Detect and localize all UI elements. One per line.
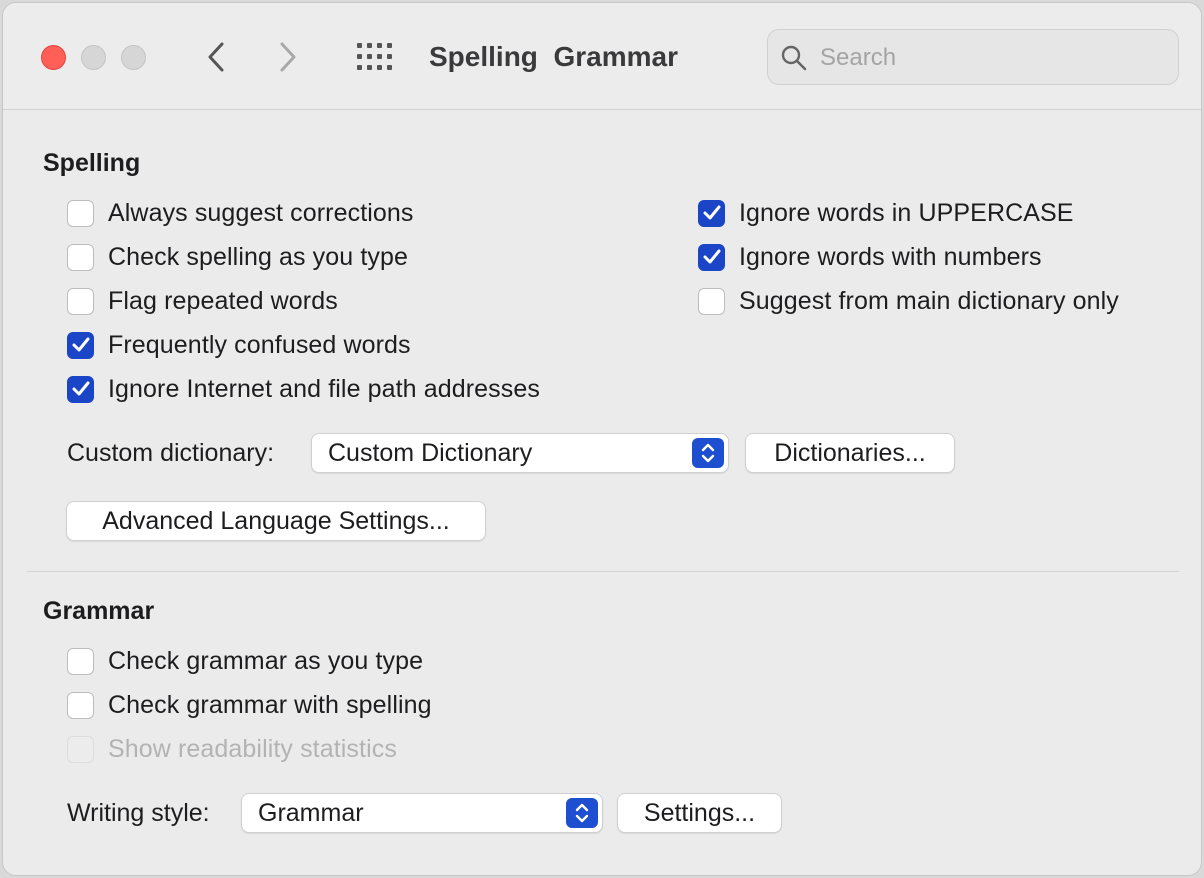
zoom-button[interactable] <box>121 45 146 70</box>
suggest-main-dictionary-checkbox[interactable]: Suggest from main dictionary only <box>698 285 1119 317</box>
updown-arrows-icon <box>692 438 724 468</box>
ignore-uppercase-checkbox[interactable]: Ignore words in UPPERCASE <box>698 197 1074 229</box>
checkbox-label: Ignore words with numbers <box>739 242 1042 271</box>
check-spelling-as-you-type-checkbox[interactable]: Check spelling as you type <box>67 241 408 273</box>
checkbox-box <box>67 735 94 763</box>
chevron-left-icon <box>208 42 224 72</box>
checkbox-label: Ignore Internet and file path addresses <box>108 374 540 403</box>
checkmark-icon <box>703 205 720 220</box>
search-icon <box>781 45 807 71</box>
writing-style-label: Writing style: <box>67 799 210 827</box>
checkbox-box[interactable] <box>67 375 94 403</box>
checkbox-label: Check grammar with spelling <box>108 690 432 719</box>
ignore-internet-addresses-checkbox[interactable]: Ignore Internet and file path addresses <box>67 373 540 405</box>
window-title: Spelling Grammar <box>429 41 678 72</box>
checkmark-icon <box>72 337 89 352</box>
back-button[interactable] <box>201 39 231 75</box>
checkbox-label: Frequently confused words <box>108 330 411 359</box>
frequently-confused-words-checkbox[interactable]: Frequently confused words <box>67 329 411 361</box>
grammar-settings-button[interactable]: Settings... <box>617 793 782 833</box>
search-input[interactable] <box>818 38 1158 78</box>
checkbox-label: Suggest from main dictionary only <box>739 286 1119 315</box>
checkbox-box[interactable] <box>67 647 94 675</box>
checkbox-box[interactable] <box>67 691 94 719</box>
checkbox-box[interactable] <box>67 331 94 359</box>
grid-icon <box>357 43 392 70</box>
always-suggest-corrections-checkbox[interactable]: Always suggest corrections <box>67 197 414 229</box>
checkbox-box[interactable] <box>698 243 725 271</box>
popup-value: Custom Dictionary <box>328 439 533 467</box>
checkbox-box[interactable] <box>67 243 94 271</box>
checkbox-box[interactable] <box>67 287 94 315</box>
custom-dictionary-label: Custom dictionary: <box>67 439 275 467</box>
titlebar: Spelling Grammar <box>3 3 1201 110</box>
forward-button[interactable] <box>273 39 303 75</box>
checkmark-icon <box>72 381 89 396</box>
checkmark-icon <box>703 249 720 264</box>
updown-arrows-icon <box>566 798 598 828</box>
preferences-window: Spelling Grammar Spelling Always suggest… <box>2 2 1202 876</box>
check-grammar-with-spelling-checkbox[interactable]: Check grammar with spelling <box>67 689 432 721</box>
popup-value: Grammar <box>258 799 364 827</box>
flag-repeated-words-checkbox[interactable]: Flag repeated words <box>67 285 338 317</box>
minimize-button[interactable] <box>81 45 106 70</box>
spelling-section-title: Spelling <box>43 149 141 177</box>
checkbox-label: Check grammar as you type <box>108 646 424 675</box>
search-field[interactable] <box>767 29 1179 85</box>
ignore-numbers-checkbox[interactable]: Ignore words with numbers <box>698 241 1042 273</box>
checkbox-label: Flag repeated words <box>108 286 338 315</box>
grammar-section-title: Grammar <box>43 597 155 625</box>
checkbox-label: Always suggest corrections <box>108 198 414 227</box>
checkbox-label: Ignore words in UPPERCASE <box>739 198 1074 227</box>
show-readability-statistics-checkbox: Show readability statistics <box>67 733 397 765</box>
show-all-button[interactable] <box>353 39 397 75</box>
checkbox-box[interactable] <box>698 287 725 315</box>
checkbox-label: Check spelling as you type <box>108 242 408 271</box>
check-grammar-as-you-type-checkbox[interactable]: Check grammar as you type <box>67 645 423 677</box>
chevron-right-icon <box>280 42 296 72</box>
close-button[interactable] <box>41 45 66 70</box>
checkbox-box[interactable] <box>67 199 94 227</box>
advanced-language-settings-button[interactable]: Advanced Language Settings... <box>66 501 486 541</box>
custom-dictionary-popup[interactable]: Custom Dictionary <box>311 433 729 473</box>
checkbox-box[interactable] <box>698 199 725 227</box>
checkbox-label: Show readability statistics <box>108 734 397 763</box>
dictionaries-button[interactable]: Dictionaries... <box>745 433 955 473</box>
writing-style-popup[interactable]: Grammar <box>241 793 603 833</box>
section-divider <box>27 571 1179 572</box>
